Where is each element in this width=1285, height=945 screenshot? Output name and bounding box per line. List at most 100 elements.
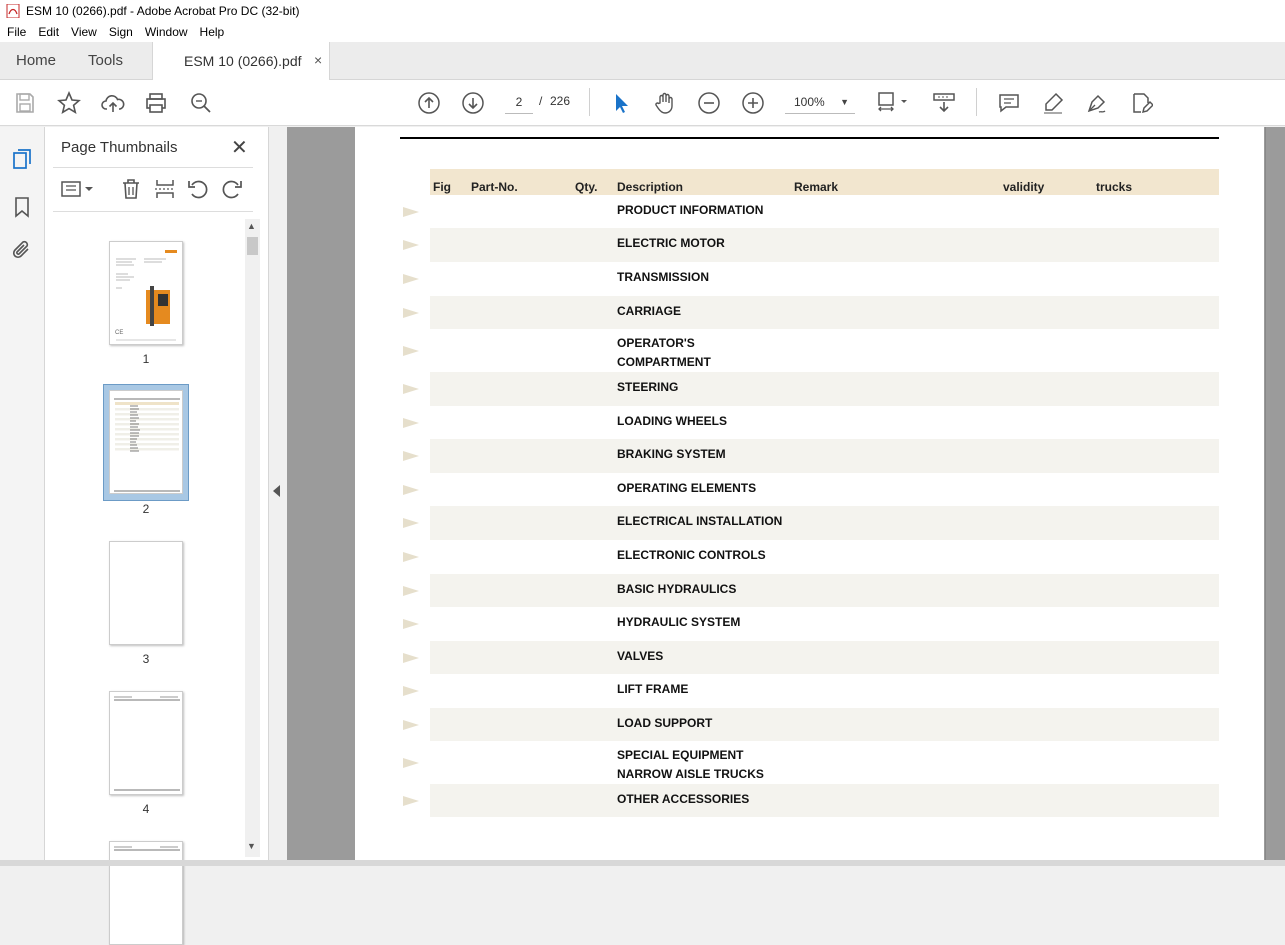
- upload-cloud-icon[interactable]: [100, 90, 126, 116]
- page-preview: [114, 696, 180, 791]
- document-tab-label: ESM 10 (0266).pdf: [184, 53, 302, 69]
- toolbar-divider: [589, 88, 590, 116]
- row-description: CARRIAGE: [617, 304, 682, 318]
- row-description: ELECTRONIC CONTROLS: [617, 548, 766, 562]
- column-fig: Fig: [433, 180, 451, 194]
- scroll-mode-icon[interactable]: [931, 90, 957, 116]
- row-description: BASIC HYDRAULICS: [617, 582, 737, 596]
- bookmark-star-icon[interactable]: [56, 90, 82, 116]
- row-arrow-icon: [403, 484, 419, 495]
- table-row[interactable]: ELECTRIC MOTOR: [403, 228, 1219, 262]
- save-icon[interactable]: [12, 90, 38, 116]
- table-row[interactable]: OPERATOR'S COMPARTMENT: [403, 329, 1219, 372]
- delete-page-icon[interactable]: [119, 177, 143, 201]
- main-toolbar: 2 / 226 100% ▼: [0, 80, 1285, 126]
- bookmark-icon[interactable]: [10, 195, 34, 219]
- page-thumbnail[interactable]: [109, 841, 183, 945]
- tab-document[interactable]: ESM 10 (0266).pdf ×: [152, 42, 330, 81]
- edit-pdf-icon[interactable]: [1128, 90, 1154, 116]
- table-row[interactable]: SPECIAL EQUIPMENT NARROW AISLE TRUCKS: [403, 741, 1219, 784]
- table-row[interactable]: OTHER ACCESSORIES: [403, 784, 1219, 817]
- attachment-paperclip-icon[interactable]: [10, 239, 34, 263]
- page-thumbnail-selected[interactable]: [109, 390, 183, 494]
- panel-title: Page Thumbnails: [61, 139, 178, 156]
- row-description: ELECTRICAL INSTALLATION: [617, 514, 783, 528]
- svg-text:CE: CE: [115, 330, 123, 336]
- tab-tools[interactable]: Tools: [88, 42, 123, 80]
- table-row[interactable]: STEERING: [403, 372, 1219, 406]
- table-row[interactable]: LOADING WHEELS: [403, 406, 1219, 439]
- hand-tool-icon[interactable]: [652, 90, 678, 116]
- rotate-clockwise-icon[interactable]: [220, 177, 244, 201]
- next-page-icon[interactable]: [460, 90, 486, 116]
- menu-file[interactable]: File: [0, 25, 31, 39]
- rotate-counterclockwise-icon[interactable]: [186, 177, 210, 201]
- row-description: OTHER ACCESSORIES: [617, 792, 750, 806]
- divider: [53, 167, 253, 168]
- sign-pen-icon[interactable]: [1084, 90, 1110, 116]
- page-thumbnail[interactable]: [109, 691, 183, 795]
- close-tab-icon[interactable]: ×: [314, 52, 322, 68]
- thumbnail-page-number: 4: [142, 802, 150, 816]
- page-thumbnails-icon[interactable]: [10, 147, 34, 171]
- page-thumbnails-panel: Page Thumbnails ✕ CE 1 2 3 4 ▲ ▼: [45, 127, 268, 945]
- select-cursor-icon[interactable]: [608, 90, 634, 116]
- zoom-in-icon[interactable]: [740, 90, 766, 116]
- table-row[interactable]: OPERATING ELEMENTS: [403, 473, 1219, 506]
- pdf-page: Fig Part-No. Qty. Description Remark val…: [355, 127, 1264, 860]
- table-row[interactable]: PRODUCT INFORMATION: [403, 195, 1219, 228]
- table-row[interactable]: CARRIAGE: [403, 296, 1219, 329]
- table-row[interactable]: TRANSMISSION: [403, 262, 1219, 296]
- thumbnail-scrollbar[interactable]: ▲ ▼: [245, 219, 260, 857]
- menu-help[interactable]: Help: [193, 25, 230, 39]
- highlight-pen-icon[interactable]: [1040, 90, 1066, 116]
- menu-edit[interactable]: Edit: [31, 25, 64, 39]
- menu-sign[interactable]: Sign: [102, 25, 138, 39]
- row-description: HYDRAULIC SYSTEM: [617, 615, 741, 629]
- document-viewport[interactable]: Fig Part-No. Qty. Description Remark val…: [287, 127, 1265, 860]
- table-row[interactable]: LIFT FRAME: [403, 674, 1219, 708]
- row-description: STEERING: [617, 380, 679, 394]
- row-arrow-icon: [403, 451, 419, 461]
- search-zoom-icon[interactable]: [188, 90, 214, 116]
- zoom-out-icon[interactable]: [696, 90, 722, 116]
- scroll-down-icon[interactable]: ▼: [247, 841, 256, 851]
- print-icon[interactable]: [143, 90, 169, 116]
- row-arrow-icon: [403, 795, 419, 806]
- insert-page-icon[interactable]: [153, 177, 177, 201]
- row-description: LIFT FRAME: [617, 682, 689, 696]
- page-thumbnail[interactable]: [109, 541, 183, 645]
- menu-window[interactable]: Window: [138, 25, 193, 39]
- row-description: TRANSMISSION: [617, 270, 710, 284]
- table-row[interactable]: HYDRAULIC SYSTEM: [403, 607, 1219, 641]
- options-menu-icon[interactable]: [61, 177, 95, 201]
- page-number-input[interactable]: 2: [505, 92, 533, 114]
- table-row[interactable]: BASIC HYDRAULICS: [403, 574, 1219, 607]
- scrollbar-thumb[interactable]: [247, 237, 258, 255]
- row-arrow-icon: [403, 585, 419, 596]
- page-thumbnail[interactable]: CE: [109, 241, 183, 345]
- toolbar-divider: [976, 88, 977, 116]
- row-arrow-icon: [403, 206, 419, 217]
- close-panel-icon[interactable]: ✕: [231, 135, 248, 160]
- page-header-rule: [400, 137, 1219, 139]
- row-arrow-icon: [403, 652, 419, 663]
- comment-icon[interactable]: [996, 90, 1022, 116]
- tab-home[interactable]: Home: [16, 42, 56, 80]
- table-row[interactable]: ELECTRONIC CONTROLS: [403, 540, 1219, 574]
- scroll-up-icon[interactable]: ▲: [247, 221, 256, 231]
- table-row[interactable]: LOAD SUPPORT: [403, 708, 1219, 741]
- page-fit-icon[interactable]: [876, 90, 912, 116]
- row-description: PRODUCT INFORMATION: [617, 203, 764, 217]
- panel-collapse-handle[interactable]: [268, 127, 287, 860]
- previous-page-icon[interactable]: [416, 90, 442, 116]
- column-trucks: trucks: [1096, 180, 1133, 194]
- table-row[interactable]: BRAKING SYSTEM: [403, 439, 1219, 473]
- collapse-left-icon[interactable]: [273, 485, 280, 497]
- row-description: OPERATING ELEMENTS: [617, 481, 757, 495]
- table-row[interactable]: ELECTRICAL INSTALLATION: [403, 506, 1219, 540]
- table-row[interactable]: VALVES: [403, 641, 1219, 674]
- zoom-level-select[interactable]: 100% ▼: [785, 92, 855, 114]
- document-scrollbar[interactable]: [1265, 127, 1285, 860]
- menu-view[interactable]: View: [64, 25, 102, 39]
